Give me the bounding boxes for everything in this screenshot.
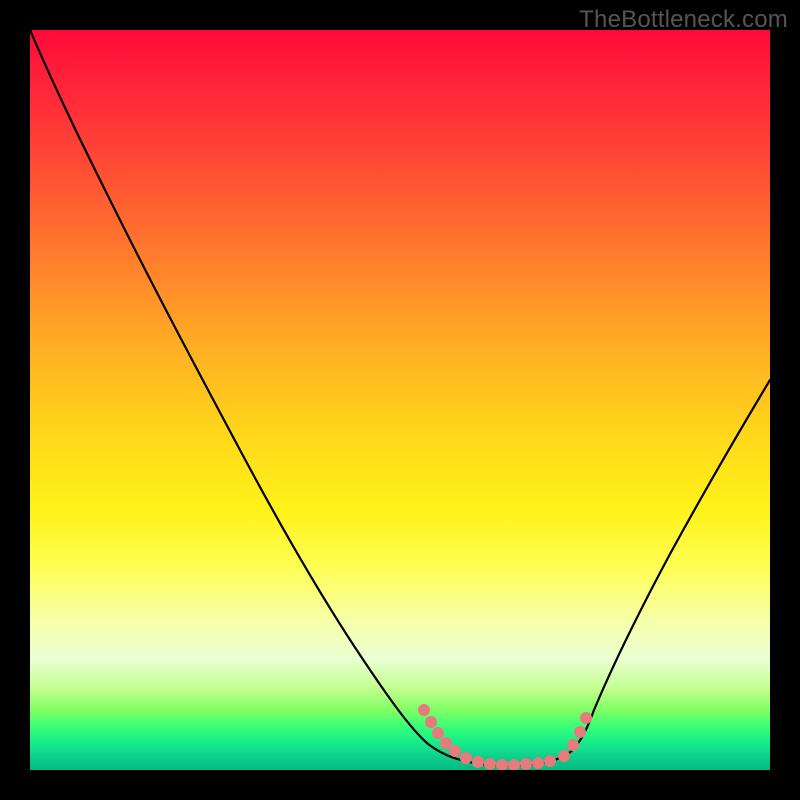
plot-area	[30, 30, 770, 770]
bottleneck-curve	[30, 30, 770, 766]
chart-frame: TheBottleneck.com	[0, 0, 800, 800]
watermark-text: TheBottleneck.com	[579, 6, 788, 34]
curve-layer	[30, 30, 770, 770]
highlight-dots	[418, 704, 592, 770]
